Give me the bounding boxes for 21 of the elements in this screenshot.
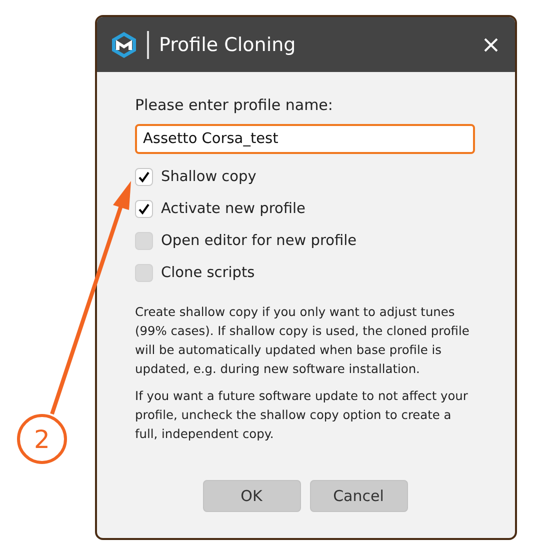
checkbox-label[interactable]: Open editor for new profile xyxy=(161,233,357,249)
checkmark-icon xyxy=(138,171,150,183)
checkbox[interactable] xyxy=(135,168,153,186)
checkbox-label[interactable]: Shallow copy xyxy=(161,169,256,185)
help-text: If you want a future software update to not affect your profile, uncheck the shallow copy option to create a full, independent copy. xyxy=(135,388,469,443)
checkbox[interactable] xyxy=(135,200,153,218)
checkbox-label[interactable]: Activate new profile xyxy=(161,201,306,217)
help-text: Create shallow copy if you only want to adjust tunes (99% cases). If shallow copy is used, the cloned profile will be automatically updated when base profile is updated, e.g. during new software installation. xyxy=(135,304,470,378)
window-title: Profile Cloning xyxy=(159,34,297,56)
app-logo-icon xyxy=(111,30,137,58)
close-button[interactable] xyxy=(483,36,499,52)
checkbox[interactable] xyxy=(135,232,153,250)
checkbox-label[interactable]: Clone scripts xyxy=(161,265,255,281)
field-label: Please enter profile name: xyxy=(135,96,334,114)
close-icon xyxy=(483,36,499,52)
profile-name-field[interactable]: Assetto Corsa_test xyxy=(135,124,475,154)
step-number-badge: 2 xyxy=(17,414,67,464)
checkmark-icon xyxy=(138,203,150,215)
cancel-button[interactable]: Cancel xyxy=(310,480,408,512)
ok-button[interactable]: OK xyxy=(202,480,300,512)
checkbox[interactable] xyxy=(135,264,153,282)
